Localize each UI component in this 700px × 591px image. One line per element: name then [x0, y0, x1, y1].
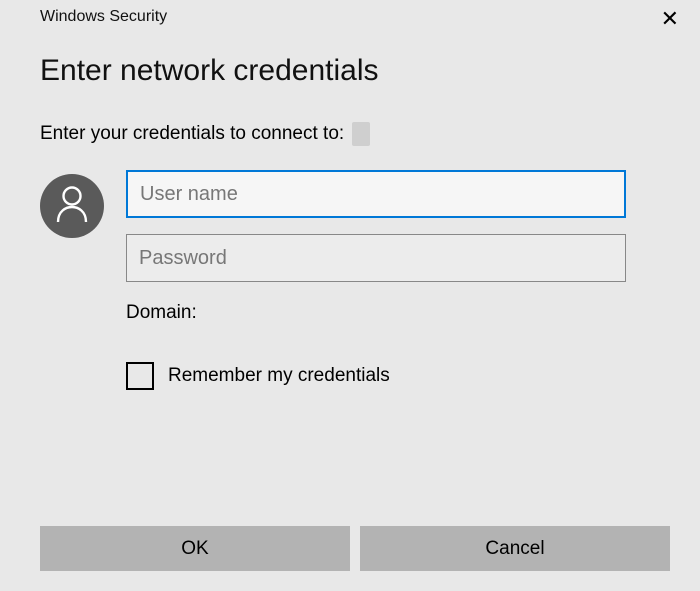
username-input[interactable]	[126, 170, 626, 218]
close-icon[interactable]: ✕	[655, 8, 685, 30]
remember-row: Remember my credentials	[126, 340, 626, 390]
fields-column: Domain: Remember my credentials	[126, 170, 660, 390]
target-name-redacted	[352, 122, 370, 146]
remember-checkbox[interactable]	[126, 362, 154, 390]
subheading-text: Enter your credentials to connect to:	[40, 123, 344, 145]
password-input[interactable]	[126, 234, 626, 282]
titlebar-title: Windows Security	[40, 8, 167, 26]
user-icon	[55, 185, 89, 228]
button-row: OK Cancel	[40, 526, 670, 571]
user-avatar	[40, 174, 104, 238]
credentials-area: Domain: Remember my credentials	[0, 146, 700, 390]
remember-label: Remember my credentials	[168, 365, 390, 387]
titlebar: Windows Security ✕	[0, 0, 700, 30]
domain-label: Domain:	[126, 298, 626, 324]
dialog-heading: Enter network credentials	[0, 30, 700, 104]
ok-button[interactable]: OK	[40, 526, 350, 571]
cancel-button[interactable]: Cancel	[360, 526, 670, 571]
credentials-dialog: Windows Security ✕ Enter network credent…	[0, 0, 700, 591]
dialog-subheading: Enter your credentials to connect to:	[0, 104, 700, 146]
